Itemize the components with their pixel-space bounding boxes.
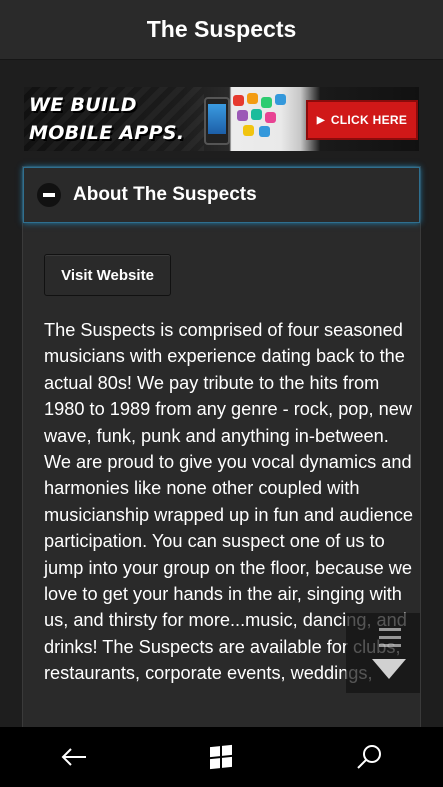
about-panel-title: About The Suspects bbox=[73, 184, 257, 205]
banner-slogan: WE BUILD MOBILE APPS. bbox=[29, 94, 185, 144]
search-icon bbox=[357, 745, 382, 769]
phone-graphic bbox=[204, 97, 230, 145]
ad-banner[interactable]: WE BUILD MOBILE APPS. ▶ CLICK HERE bbox=[24, 87, 419, 151]
menu-lines-icon bbox=[379, 628, 401, 652]
collapse-minus-icon[interactable] bbox=[37, 183, 61, 207]
windows-logo-icon bbox=[210, 744, 233, 770]
cta-label: CLICK HERE bbox=[330, 113, 408, 127]
visit-website-button[interactable]: Visit Website bbox=[44, 254, 171, 296]
page-title: The Suspects bbox=[146, 16, 297, 42]
back-arrow-icon bbox=[61, 748, 86, 766]
main-content[interactable]: WE BUILD MOBILE APPS. ▶ CLICK HERE About… bbox=[0, 60, 443, 727]
play-arrow-icon: ▶ bbox=[316, 114, 325, 126]
down-arrow-icon bbox=[372, 659, 406, 679]
app-header: The Suspects bbox=[0, 0, 443, 60]
back-button[interactable] bbox=[44, 727, 104, 787]
start-button[interactable] bbox=[191, 727, 251, 787]
scroll-down-button[interactable] bbox=[346, 613, 420, 693]
search-button[interactable] bbox=[339, 727, 399, 787]
click-here-button[interactable]: ▶ CLICK HERE bbox=[306, 100, 418, 140]
about-panel-header[interactable]: About The Suspects bbox=[23, 167, 420, 223]
system-navbar bbox=[0, 727, 443, 787]
app-icons-graphic bbox=[229, 93, 289, 143]
